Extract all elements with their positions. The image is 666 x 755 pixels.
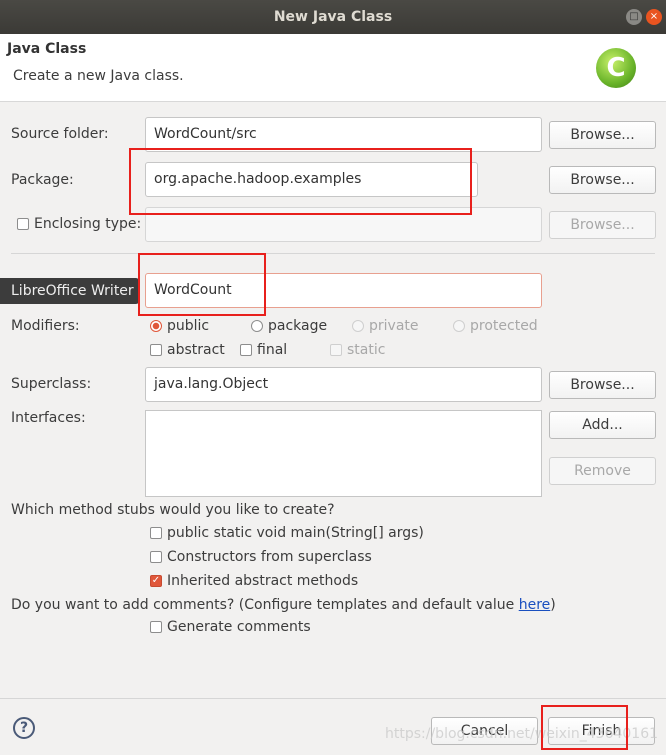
separator	[11, 253, 655, 254]
add-interface-button[interactable]: Add...	[549, 411, 656, 439]
method-stubs-question: Which method stubs would you like to cre…	[11, 502, 335, 518]
title-bar: New Java Class	[0, 0, 666, 34]
inherited-abstract-label: Inherited abstract methods	[167, 573, 359, 589]
constructors-label: Constructors from superclass	[167, 549, 372, 565]
superclass-input[interactable]: java.lang.Object	[145, 367, 542, 402]
private-radio	[352, 320, 364, 332]
comments-question-close: )	[550, 597, 556, 613]
interfaces-list[interactable]	[145, 410, 542, 497]
source-folder-browse-button[interactable]: Browse...	[549, 121, 656, 149]
final-checkbox[interactable]	[240, 344, 252, 356]
comments-question-text: Do you want to add comments? (Configure …	[11, 597, 519, 613]
static-label: static	[347, 342, 386, 358]
help-icon[interactable]: ?	[13, 717, 35, 739]
source-folder-input[interactable]: WordCount/src	[145, 117, 542, 152]
superclass-label: Superclass:	[11, 376, 92, 392]
maximize-button[interactable]: □	[626, 9, 642, 25]
final-label: final	[257, 342, 288, 358]
enclosing-browse-button: Browse...	[549, 211, 656, 239]
enclosing-type-checkbox[interactable]	[17, 218, 29, 230]
interfaces-label: Interfaces:	[11, 410, 86, 426]
superclass-browse-button[interactable]: Browse...	[549, 371, 656, 399]
annotation-box-name	[138, 253, 266, 316]
window-title: New Java Class	[273, 9, 393, 25]
generate-comments-label: Generate comments	[167, 619, 311, 635]
public-radio[interactable]	[150, 320, 162, 332]
abstract-label: abstract	[167, 342, 225, 358]
package-browse-button[interactable]: Browse...	[549, 166, 656, 194]
package-label: Package:	[11, 172, 74, 188]
enclosing-type-label: Enclosing type:	[34, 216, 142, 232]
modifiers-label: Modifiers:	[11, 318, 80, 334]
annotation-box-package	[129, 148, 472, 215]
source-folder-label: Source folder:	[11, 126, 109, 142]
header-title: Java Class	[7, 41, 87, 57]
private-label: private	[369, 318, 419, 334]
main-method-label: public static void main(String[] args)	[167, 525, 424, 541]
close-button[interactable]: ×	[646, 9, 662, 25]
java-class-c-icon: C	[596, 48, 636, 88]
remove-interface-button: Remove	[549, 457, 656, 485]
generate-comments-checkbox[interactable]	[150, 621, 162, 633]
header-subtitle: Create a new Java class.	[13, 68, 184, 84]
static-checkbox	[330, 344, 342, 356]
protected-label: protected	[470, 318, 538, 334]
footer-separator	[0, 698, 666, 699]
protected-radio	[453, 320, 465, 332]
abstract-checkbox[interactable]	[150, 344, 162, 356]
main-method-checkbox[interactable]	[150, 527, 162, 539]
public-label: public	[167, 318, 210, 334]
templates-link[interactable]: here	[519, 597, 551, 613]
annotation-box-finish	[541, 705, 628, 750]
inherited-abstract-checkbox[interactable]: ✓	[150, 575, 162, 587]
tooltip: LibreOffice Writer	[0, 278, 139, 304]
package-radio[interactable]	[251, 320, 263, 332]
comments-question: Do you want to add comments? (Configure …	[11, 597, 556, 613]
wizard-header: Java Class Create a new Java class. C	[0, 34, 666, 102]
constructors-checkbox[interactable]	[150, 551, 162, 563]
package-radio-label: package	[268, 318, 328, 334]
